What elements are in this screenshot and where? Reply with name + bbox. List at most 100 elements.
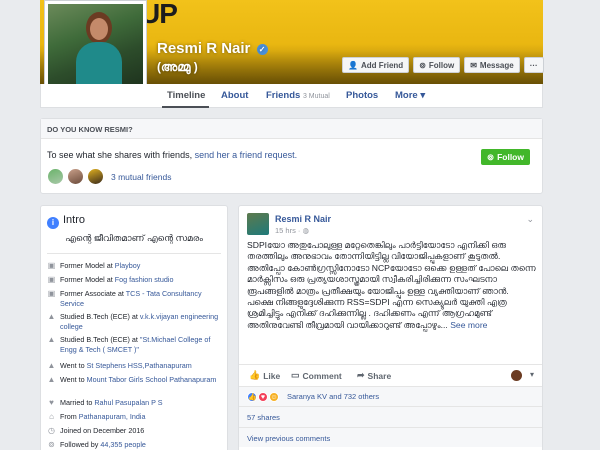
intro-item-text: Studied B.Tech (ECE) at bbox=[60, 312, 140, 321]
intro-card: i Intro എന്റെ ജീവിതമാണ് എന്റെ സമരം ▣ Form… bbox=[40, 205, 228, 450]
do-you-know-text: To see what she shares with friends, sen… bbox=[47, 150, 297, 160]
mutual-friends-link[interactable]: 3 mutual friends bbox=[111, 172, 171, 182]
briefcase-icon: ▣ bbox=[47, 289, 56, 298]
message-button[interactable]: ✉ Message bbox=[464, 57, 520, 73]
graduation-cap-icon: ▲ bbox=[47, 312, 56, 321]
do-you-know-box: DO YOU KNOW RESMI? To see what she share… bbox=[40, 118, 543, 194]
add-friend-button[interactable]: 👤 Add Friend bbox=[342, 57, 410, 73]
like-reaction-icon: 👍 bbox=[247, 391, 257, 402]
more-options-button[interactable]: ··· bbox=[523, 57, 544, 73]
follow-green-label: Follow bbox=[497, 152, 524, 162]
mutual-friend-avatar[interactable] bbox=[47, 168, 64, 185]
profile-name-text: Resmi R Nair bbox=[157, 40, 251, 57]
post-author-name[interactable]: Resmi R Nair bbox=[275, 214, 331, 224]
follow-green-button[interactable]: ⊚ Follow bbox=[480, 149, 530, 165]
graduation-cap-icon: ▲ bbox=[47, 335, 56, 344]
intro-item: ▲ Went to St Stephens HSS,Pathanapuram bbox=[47, 361, 223, 371]
caret-down-icon: ▾ bbox=[420, 90, 426, 101]
post-card: Resmi R Nair 15 hrs · ◍ ⌄ SDPIയോ അതുപോലു… bbox=[238, 205, 543, 450]
reactions-summary[interactable]: 👍 ♥ ☺ Saranya KV and 732 others bbox=[239, 386, 542, 406]
post-time-text: 15 hrs · bbox=[275, 226, 303, 235]
intro-item: ⌂ From Pathanapuram, India bbox=[47, 412, 223, 422]
add-friend-label: Add Friend bbox=[360, 60, 404, 70]
post-actions: 👍 Like ▭ Comment ➦ Share ▾ bbox=[239, 364, 542, 386]
divider bbox=[47, 253, 221, 254]
view-previous-comments-link[interactable]: View previous comments bbox=[239, 427, 542, 447]
post-timestamp[interactable]: 15 hrs · ◍ bbox=[275, 226, 309, 235]
like-label: Like bbox=[263, 370, 281, 381]
caret-down-icon[interactable]: ▾ bbox=[530, 370, 534, 379]
intro-item-link[interactable]: Pathanapuram, India bbox=[79, 412, 146, 421]
intro-item: ▲ Went to Mount Tabor Girls School Patha… bbox=[47, 375, 223, 385]
heart-icon: ♥ bbox=[49, 398, 54, 407]
share-button[interactable]: ➦ Share bbox=[357, 370, 391, 381]
tab-about[interactable]: About bbox=[221, 90, 248, 101]
add-friend-icon: 👤 bbox=[348, 60, 358, 70]
briefcase-icon: ▣ bbox=[47, 275, 56, 284]
mutual-friend-avatar[interactable] bbox=[67, 168, 84, 185]
intro-item-link[interactable]: St Stephens HSS,Pathanapuram bbox=[87, 361, 192, 370]
intro-item-text: Went to bbox=[60, 375, 87, 384]
intro-item-text: Followed by bbox=[60, 440, 101, 449]
intro-item: ♥ Married to Rahul Pasupalan P S bbox=[47, 398, 223, 408]
intro-item-text: From bbox=[60, 412, 79, 421]
intro-item-link[interactable]: Rahul Pasupalan P S bbox=[94, 398, 162, 407]
intro-item: ▣ Former Model at Fog fashion studio bbox=[47, 275, 223, 285]
intro-item-link[interactable]: Fog fashion studio bbox=[115, 275, 174, 284]
comment-button[interactable]: ▭ Comment bbox=[291, 370, 342, 381]
cover-action-buttons: 👤 Add Friend ⊚ Follow ✉ Message ··· bbox=[342, 57, 544, 73]
reactions-text: Saranya KV and 732 others bbox=[287, 392, 380, 401]
mutual-friend-avatar[interactable] bbox=[87, 168, 104, 185]
intro-item-text: Joined on December 2016 bbox=[60, 426, 145, 435]
clock-icon: ◷ bbox=[48, 426, 55, 435]
rss-icon: ⊚ bbox=[48, 440, 55, 449]
intro-item: ◷ Joined on December 2016 bbox=[47, 426, 223, 436]
post-options-chevron-icon[interactable]: ⌄ bbox=[526, 214, 534, 225]
tab-friends[interactable]: Friends 3 Mutual bbox=[266, 90, 330, 101]
post-text: SDPIയോ അതുപോലുള്ള മറ്റേതെങ്കിലും പാർട്ടി… bbox=[247, 240, 536, 330]
intro-title: i Intro bbox=[47, 214, 85, 229]
profile-photo-image bbox=[48, 4, 143, 95]
follow-button[interactable]: ⊚ Follow bbox=[413, 57, 461, 73]
wow-reaction-icon: ☺ bbox=[269, 391, 279, 402]
intro-item: ▲ Studied B.Tech (ECE) at "St.Michael Co… bbox=[47, 335, 223, 354]
share-icon: ➦ bbox=[357, 370, 365, 380]
send-friend-request-link[interactable]: send her a friend request. bbox=[195, 150, 298, 160]
tab-friends-label: Friends bbox=[266, 90, 301, 101]
see-more-link[interactable]: See more bbox=[450, 320, 487, 330]
intro-item-link[interactable]: Mount Tabor Girls School Pathanapuram bbox=[87, 375, 217, 384]
intro-bio: എന്റെ ജീവിതമാണ് എന്റെ സമരം bbox=[65, 233, 203, 243]
thumbs-up-icon: 👍 bbox=[249, 370, 261, 380]
tab-photos[interactable]: Photos bbox=[346, 90, 378, 101]
comment-icon: ▭ bbox=[291, 370, 300, 380]
intro-item-link[interactable]: Playboy bbox=[115, 261, 141, 270]
tab-more-label: More bbox=[395, 90, 418, 101]
intro-item-link[interactable]: 44,355 people bbox=[100, 440, 146, 449]
intro-title-text: Intro bbox=[63, 214, 86, 226]
rss-icon: ⊚ bbox=[486, 151, 495, 162]
tab-timeline[interactable]: Timeline bbox=[167, 90, 205, 101]
intro-item: ⊚ Followed by 44,355 people bbox=[47, 440, 223, 450]
rss-icon: ⊚ bbox=[419, 60, 426, 70]
globe-icon: i bbox=[47, 217, 59, 229]
intro-item-text: Went to bbox=[60, 361, 87, 370]
messenger-icon: ✉ bbox=[470, 60, 477, 70]
love-reaction-icon: ♥ bbox=[258, 391, 268, 402]
do-you-know-prompt: To see what she shares with friends, bbox=[47, 150, 193, 160]
intro-item: ▣ Former Model at Playboy bbox=[47, 261, 223, 271]
intro-item: ▣ Former Associate at TCS - Tata Consult… bbox=[47, 289, 223, 308]
comment-label: Comment bbox=[302, 370, 342, 381]
like-button[interactable]: 👍 Like bbox=[249, 370, 280, 381]
post-author-avatar[interactable] bbox=[247, 213, 269, 235]
profile-nickname: (അമ്മു ) bbox=[157, 60, 198, 74]
intro-item-text: Married to bbox=[60, 398, 95, 407]
tab-more[interactable]: More ▾ bbox=[395, 90, 425, 101]
do-you-know-heading: DO YOU KNOW RESMI? bbox=[41, 119, 542, 139]
shares-count-link[interactable]: 57 shares bbox=[239, 406, 542, 427]
intro-item: ▲ Studied B.Tech (ECE) at v.k.k.vijayan … bbox=[47, 312, 223, 331]
profile-name[interactable]: Resmi R Nair ✓ bbox=[157, 40, 268, 57]
share-label: Share bbox=[367, 370, 392, 381]
share-as-avatar[interactable] bbox=[511, 370, 522, 381]
location-pin-icon: ⌂ bbox=[49, 412, 54, 421]
graduation-cap-icon: ▲ bbox=[47, 361, 56, 370]
